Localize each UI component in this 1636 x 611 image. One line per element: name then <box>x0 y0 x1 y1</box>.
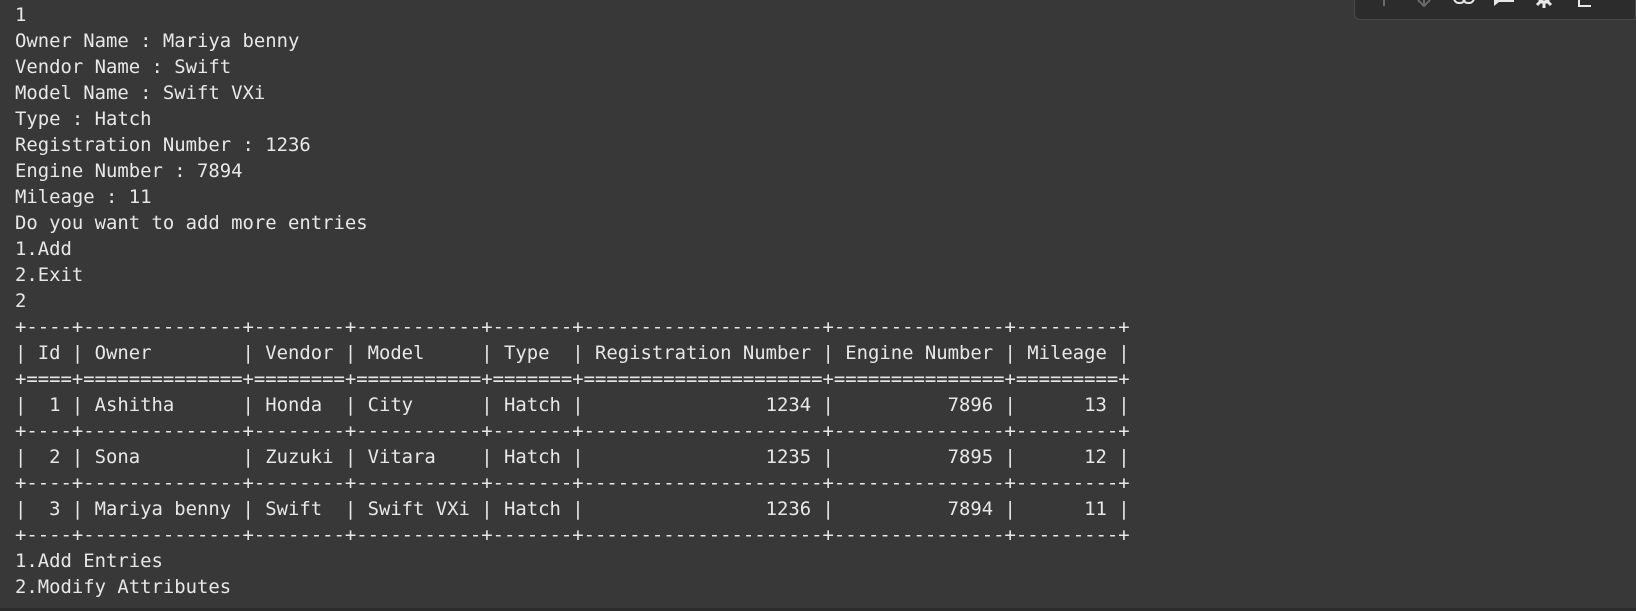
table-border: +----+--------------+--------+----------… <box>15 420 1130 442</box>
link-icon <box>1453 0 1475 4</box>
table-row: | 3 | Mariya benny | Swift | Swift VXi |… <box>15 498 1130 520</box>
output-line: Mileage : 11 <box>15 186 152 208</box>
output-line: Owner Name : Mariya benny <box>15 30 300 52</box>
copy-button[interactable] <box>1571 0 1597 9</box>
output-line: 2.Exit <box>15 264 84 286</box>
output-line: Type : Hatch <box>15 108 152 130</box>
menu-line: 2.Modify Attributes <box>15 576 232 598</box>
output-line: 1.Add <box>15 238 72 260</box>
move-cell-down-button[interactable] <box>1411 0 1437 9</box>
cell-output: 1 Owner Name : Mariya benny Vendor Name : … <box>15 2 1130 600</box>
copy-icon <box>1578 0 1591 7</box>
table-row: | 2 | Sona | Zuzuki | Vitara | Hatch | 1… <box>15 446 1130 468</box>
table-header-divider: +====+==============+========+==========… <box>15 368 1130 390</box>
output-line: 2 <box>15 290 27 312</box>
settings-button[interactable] <box>1531 0 1557 9</box>
output-line: Engine Number : 7894 <box>15 160 243 182</box>
menu-line: 1.Add Entries <box>15 550 163 572</box>
comment-icon <box>1494 0 1514 6</box>
table-border: +----+--------------+--------+----------… <box>15 316 1130 338</box>
output-line: Model Name : Swift VXi <box>15 82 266 104</box>
link-button[interactable] <box>1451 0 1477 9</box>
move-cell-up-button[interactable] <box>1371 0 1397 9</box>
ascii-table: +----+--------------+--------+----------… <box>15 314 1130 548</box>
output-line: Vendor Name : Swift <box>15 56 232 78</box>
output-line: 1 <box>15 4 27 26</box>
cell-toolbar <box>1354 0 1636 20</box>
arrow-down-icon <box>1417 0 1431 7</box>
output-line: Do you want to add more entries <box>15 212 368 234</box>
table-border: +----+--------------+--------+----------… <box>15 524 1130 546</box>
gear-icon <box>1535 0 1553 8</box>
comment-button[interactable] <box>1491 0 1517 9</box>
arrow-up-icon <box>1383 0 1385 6</box>
table-border: +----+--------------+--------+----------… <box>15 472 1130 494</box>
table-row: | 1 | Ashitha | Honda | City | Hatch | 1… <box>15 394 1130 416</box>
table-header-row: | Id | Owner | Vendor | Model | Type | R… <box>15 342 1130 364</box>
output-line: Registration Number : 1236 <box>15 134 311 156</box>
